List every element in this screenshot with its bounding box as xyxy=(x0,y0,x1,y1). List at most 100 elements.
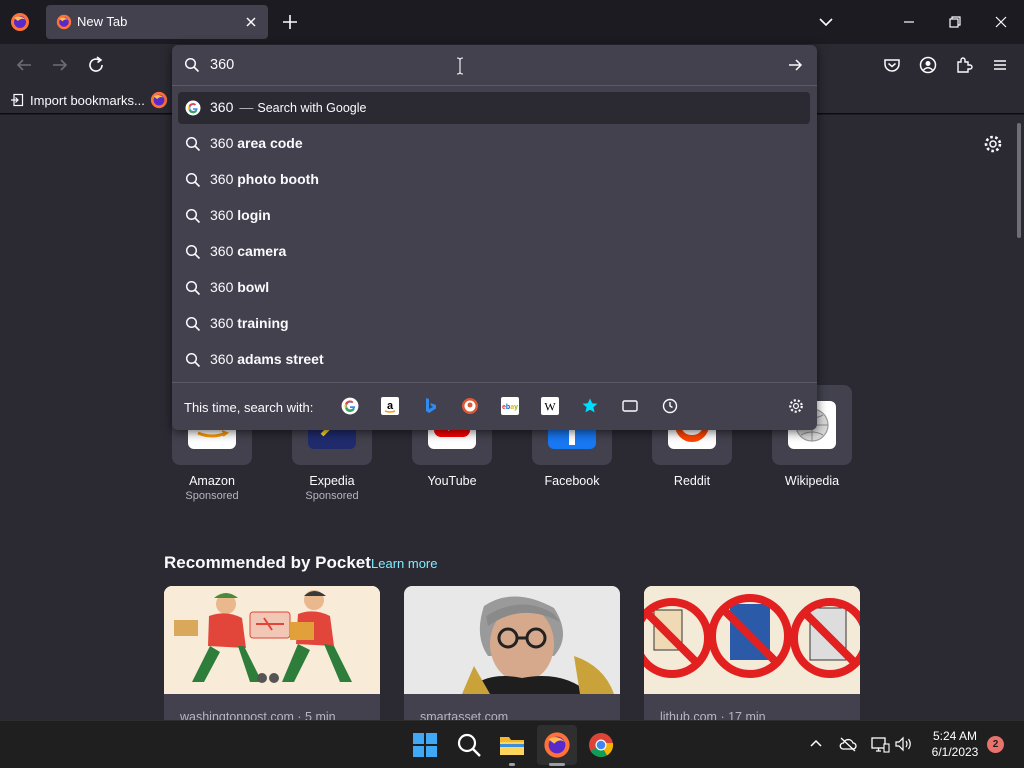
file-explorer-icon[interactable] xyxy=(498,731,526,759)
close-window-icon[interactable] xyxy=(988,10,1014,34)
learn-more-link[interactable]: Learn more xyxy=(371,556,437,571)
gear-icon[interactable] xyxy=(787,397,805,415)
volume-icon[interactable] xyxy=(894,735,914,753)
suggestion-item[interactable]: 360 photo booth xyxy=(178,164,810,196)
site-label: YouTube xyxy=(427,474,477,488)
suggestion-completion: training xyxy=(237,315,289,331)
ebay-icon[interactable]: ebay xyxy=(501,397,519,415)
search-icon xyxy=(185,136,201,152)
suggestion-text: 360 training xyxy=(210,315,289,331)
suggestion-completion: photo booth xyxy=(237,171,319,187)
bing-icon[interactable] xyxy=(421,397,439,415)
svg-text:ebay: ebay xyxy=(502,404,518,411)
suggestion-item[interactable]: 360 login xyxy=(178,200,810,232)
card-source: smartasset.com xyxy=(420,710,509,720)
suggestion-item[interactable]: 360 camera xyxy=(178,236,810,268)
suggestion-completion: area code xyxy=(237,135,303,151)
text-cursor-icon xyxy=(455,57,465,75)
svg-text:a: a xyxy=(387,400,394,412)
scrollbar[interactable] xyxy=(1017,123,1021,238)
suggestion-query: 360 xyxy=(210,99,234,115)
network-icon[interactable] xyxy=(870,735,890,753)
restore-icon[interactable] xyxy=(942,10,968,34)
url-bar-popup: 360 —Search with Google 360 area code 360… xyxy=(172,45,817,430)
suggestion-item[interactable]: 360 area code xyxy=(178,128,810,160)
suggestion-completion: adams street xyxy=(237,351,324,367)
search-icon[interactable] xyxy=(455,731,483,759)
notification-badge[interactable]: 2 xyxy=(987,736,1004,753)
suggestion-completion: bowl xyxy=(237,279,270,295)
card-source: washingtonpost.com · 5 min xyxy=(180,710,336,720)
new-tab-button[interactable] xyxy=(279,11,301,33)
pocket-heading: Recommended by Pocket xyxy=(164,553,371,572)
list-all-tabs-icon[interactable] xyxy=(815,11,837,33)
card-source: lithub.com · 17 min xyxy=(660,710,766,720)
suggestion-prefix: 360 xyxy=(210,315,234,331)
reload-icon[interactable] xyxy=(84,53,108,77)
windows-start-icon[interactable] xyxy=(411,731,439,759)
back-icon[interactable] xyxy=(12,53,36,77)
hamburger-menu-icon[interactable] xyxy=(988,53,1012,77)
firefox-icon xyxy=(56,14,72,30)
card-image xyxy=(404,586,620,694)
suggestion-prefix: 360 xyxy=(210,351,234,367)
suggestion-completion: login xyxy=(237,207,271,223)
pocket-card[interactable]: lithub.com · 17 min xyxy=(644,586,860,720)
suggestion-text: 360 adams street xyxy=(210,351,324,367)
search-icon xyxy=(185,244,201,260)
site-label: Reddit xyxy=(673,474,711,488)
minimize-icon[interactable] xyxy=(896,10,922,34)
suggestion-prefix: 360 xyxy=(210,135,234,151)
suggestion-prefix: 360 xyxy=(210,279,234,295)
pocket-card[interactable]: washingtonpost.com · 5 min xyxy=(164,586,380,720)
search-icon xyxy=(185,316,201,332)
sponsored-label: Sponsored xyxy=(185,490,239,502)
duckduckgo-icon[interactable] xyxy=(461,397,479,415)
suggestion-text: 360 area code xyxy=(210,135,303,151)
site-label: Amazon xyxy=(189,474,235,488)
onedrive-offline-icon[interactable] xyxy=(838,735,858,753)
card-image xyxy=(644,586,860,694)
google-icon xyxy=(185,100,201,116)
chevron-up-icon[interactable] xyxy=(808,736,824,752)
firefox-taskbar-icon[interactable] xyxy=(543,731,571,759)
search-icon xyxy=(184,57,200,73)
search-icon xyxy=(185,208,201,224)
search-icon xyxy=(185,172,201,188)
amazon-icon[interactable]: a xyxy=(381,397,399,415)
suggestion-completion: camera xyxy=(237,243,287,259)
suggestion-item[interactable]: 360 adams street xyxy=(178,344,810,376)
history-clock-icon[interactable] xyxy=(661,397,679,415)
suggestion-dash: — xyxy=(239,99,254,115)
suggestion-prefix: 360 xyxy=(210,243,234,259)
suggestion-search-with-google[interactable]: 360 — Search with Google xyxy=(178,92,810,124)
url-input[interactable] xyxy=(210,55,770,75)
bookmarks-star-icon[interactable] xyxy=(581,397,599,415)
svg-text:W: W xyxy=(544,400,556,414)
tabs-icon[interactable] xyxy=(621,397,639,415)
forward-icon[interactable] xyxy=(48,53,72,77)
wikipedia-icon[interactable]: W xyxy=(541,397,559,415)
pocket-icon[interactable] xyxy=(880,53,904,77)
suggestion-item[interactable]: 360 training xyxy=(178,308,810,340)
suggestion-prefix: 360 xyxy=(210,207,234,223)
extensions-icon[interactable] xyxy=(952,53,976,77)
suggestion-item[interactable]: 360 bowl xyxy=(178,272,810,304)
firefox-view-icon[interactable] xyxy=(10,12,30,32)
clock-time[interactable]: 5:24 AM xyxy=(922,729,988,743)
running-indicator xyxy=(509,763,515,766)
card-image xyxy=(164,586,380,694)
close-tab-icon[interactable] xyxy=(242,13,260,31)
firefox-bookmark-icon[interactable] xyxy=(150,91,168,109)
google-icon[interactable] xyxy=(341,397,359,415)
tab-new-tab[interactable]: New Tab xyxy=(46,5,268,39)
account-icon[interactable] xyxy=(916,53,940,77)
chrome-icon[interactable] xyxy=(587,731,615,759)
active-indicator xyxy=(549,763,565,766)
pocket-card[interactable]: smartasset.com xyxy=(404,586,620,720)
clock-date[interactable]: 6/1/2023 xyxy=(922,745,988,759)
import-bookmarks-button[interactable]: Import bookmarks... xyxy=(10,91,145,109)
gear-icon[interactable] xyxy=(982,133,1004,155)
suggestion-text: 360 camera xyxy=(210,243,286,259)
go-arrow-icon[interactable] xyxy=(786,56,804,74)
